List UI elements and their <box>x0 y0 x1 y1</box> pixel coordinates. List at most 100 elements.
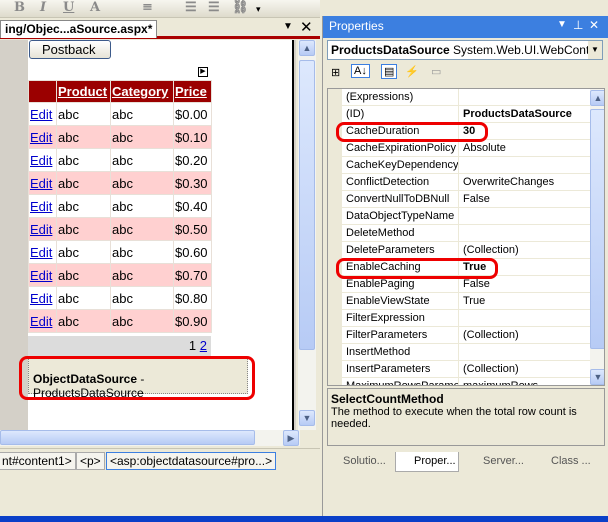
property-value[interactable] <box>458 225 590 242</box>
document-tab[interactable]: ing/Objec...aSource.aspx* <box>0 20 158 38</box>
close-icon[interactable]: ✕ <box>300 18 313 36</box>
property-row[interactable]: ConflictDetection OverwriteChanges <box>342 174 590 191</box>
taskbar-edge <box>0 516 608 522</box>
tab-class-view[interactable]: Class ... <box>533 452 593 472</box>
property-value[interactable]: (Collection) <box>458 242 590 259</box>
edit-link-text[interactable]: Edit <box>30 291 52 306</box>
grid-header-price[interactable]: Price <box>173 80 212 103</box>
edit-link-text[interactable]: Edit <box>30 314 52 329</box>
property-row[interactable]: ConvertNullToDBNull False <box>342 191 590 208</box>
properties-view-icon[interactable]: ▤ <box>381 64 398 79</box>
property-row[interactable]: InsertMethod <box>342 344 590 361</box>
property-value[interactable]: OverwriteChanges <box>458 174 590 191</box>
breadcrumb-p[interactable]: <p> <box>76 452 105 470</box>
scroll-right-icon[interactable]: ▶ <box>283 430 299 446</box>
edit-link[interactable]: Edit <box>28 171 57 195</box>
property-value[interactable] <box>458 89 590 106</box>
property-value[interactable] <box>458 310 590 327</box>
link-icon[interactable]: ⛓ <box>232 0 249 15</box>
property-value[interactable]: (Collection) <box>458 327 590 344</box>
vertical-scrollbar[interactable]: ▲ ▼ <box>298 40 316 430</box>
edit-link[interactable]: Edit <box>28 263 57 287</box>
property-value[interactable]: False <box>458 191 590 208</box>
property-row[interactable]: (Expressions) <box>342 89 590 106</box>
property-row[interactable]: FilterExpression <box>342 310 590 327</box>
hscroll-thumb[interactable] <box>0 430 255 445</box>
smart-tag-icon[interactable]: ▶ <box>198 67 208 77</box>
scroll-thumb[interactable] <box>299 60 315 350</box>
property-value[interactable]: Absolute <box>458 140 590 157</box>
edit-link-text[interactable]: Edit <box>30 268 52 283</box>
tab-dropdown-icon[interactable]: ▼ <box>283 21 293 32</box>
property-row[interactable]: (ID) ProductsDataSource <box>342 106 590 123</box>
list-icon[interactable]: ☰ <box>185 0 197 15</box>
property-value[interactable] <box>458 344 590 361</box>
price-cell: $0.20 <box>173 148 212 172</box>
property-row[interactable]: MaximumRowsParamet maximumRows <box>342 378 590 385</box>
property-row[interactable]: InsertParameters (Collection) <box>342 361 590 378</box>
property-value[interactable]: (Collection) <box>458 361 590 378</box>
scroll-down-icon[interactable]: ▼ <box>590 369 604 385</box>
scroll-up-icon[interactable]: ▲ <box>299 40 315 56</box>
property-row[interactable]: CacheKeyDependency <box>342 157 590 174</box>
edit-link[interactable]: Edit <box>28 217 57 241</box>
grid-pager: 1 2 <box>28 336 211 356</box>
property-value[interactable] <box>458 157 590 174</box>
property-scrollbar[interactable]: ▲ ▼ <box>590 89 604 385</box>
edit-link-text[interactable]: Edit <box>30 153 52 168</box>
alphabetical-icon[interactable]: A↓ <box>351 64 370 78</box>
numbered-list-icon[interactable]: ☰ <box>208 0 220 15</box>
edit-link-text[interactable]: Edit <box>30 130 52 145</box>
font-color-icon[interactable]: A <box>90 0 100 15</box>
categorized-icon[interactable]: ⊞ <box>331 66 340 79</box>
property-row[interactable]: EnableViewState True <box>342 293 590 310</box>
property-pages-icon[interactable]: ▭ <box>431 65 441 78</box>
grid-header-category[interactable]: Category <box>110 80 174 103</box>
edit-link[interactable]: Edit <box>28 125 57 149</box>
object-selector[interactable]: ProductsDataSource System.Web.UI.WebCont… <box>327 40 603 60</box>
scroll-thumb[interactable] <box>590 109 604 349</box>
edit-link-text[interactable]: Edit <box>30 176 52 191</box>
pin-icon[interactable]: ⊥ <box>573 18 583 32</box>
edit-link[interactable]: Edit <box>28 240 57 264</box>
edit-link-text[interactable]: Edit <box>30 107 52 122</box>
property-row[interactable]: DataObjectTypeName <box>342 208 590 225</box>
property-row[interactable]: CacheExpirationPolicy Absolute <box>342 140 590 157</box>
scroll-down-icon[interactable]: ▼ <box>299 410 315 426</box>
italic-button[interactable]: I <box>40 0 46 15</box>
underline-button[interactable]: U <box>63 0 74 15</box>
toolbar-overflow-icon[interactable]: ▾ <box>256 5 261 15</box>
property-value[interactable]: ProductsDataSource <box>458 106 590 123</box>
edit-link-text[interactable]: Edit <box>30 222 52 237</box>
breadcrumb-objectdatasource[interactable]: <asp:objectdatasource#pro...> <box>106 452 277 470</box>
property-value[interactable] <box>458 208 590 225</box>
pager-page-2[interactable]: 2 <box>200 338 207 353</box>
dropdown-icon[interactable]: ▼ <box>557 19 567 30</box>
property-name: DeleteParameters <box>346 244 435 256</box>
close-icon[interactable]: ✕ <box>589 18 599 32</box>
edit-link[interactable]: Edit <box>28 148 57 172</box>
tab-server-explorer[interactable]: Server... <box>465 452 526 472</box>
property-row[interactable]: DeleteParameters (Collection) <box>342 242 590 259</box>
edit-link[interactable]: Edit <box>28 194 57 218</box>
tab-properties[interactable]: Proper... <box>395 452 459 472</box>
scroll-up-icon[interactable]: ▲ <box>590 90 604 106</box>
property-value[interactable]: maximumRows <box>458 378 590 385</box>
edit-link[interactable]: Edit <box>28 309 57 333</box>
property-row[interactable]: FilterParameters (Collection) <box>342 327 590 344</box>
edit-link[interactable]: Edit <box>28 102 57 126</box>
events-icon[interactable]: ⚡ <box>405 65 419 78</box>
align-icon[interactable]: ≡ <box>142 0 153 15</box>
property-value[interactable]: True <box>458 293 590 310</box>
edit-link[interactable]: Edit <box>28 286 57 310</box>
property-row[interactable]: DeleteMethod <box>342 225 590 242</box>
horizontal-scrollbar[interactable]: ▶ <box>0 430 300 446</box>
postback-button[interactable]: Postback <box>29 40 111 59</box>
bold-button[interactable]: B <box>14 0 25 15</box>
breadcrumb-content1[interactable]: nt#content1> <box>0 452 76 470</box>
tab-solution-explorer[interactable]: Solutio... <box>325 452 388 472</box>
chevron-down-icon[interactable]: ▼ <box>588 41 602 59</box>
edit-link-text[interactable]: Edit <box>30 245 52 260</box>
edit-link-text[interactable]: Edit <box>30 199 52 214</box>
grid-header-product[interactable]: Product <box>56 80 111 103</box>
